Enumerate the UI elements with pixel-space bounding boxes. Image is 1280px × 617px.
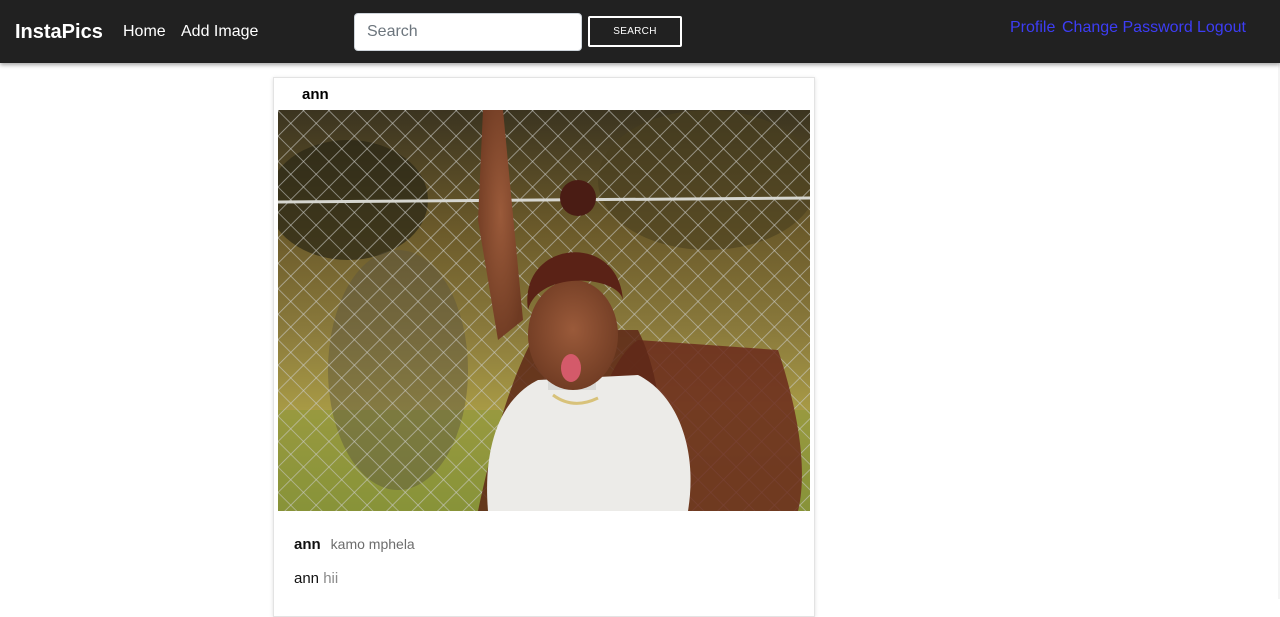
nav-home-link[interactable]: Home — [123, 21, 166, 43]
post-card: ann ann kamo mphela ann hii — [273, 77, 815, 617]
brand-logo-link[interactable]: InstaPics — [15, 19, 103, 45]
nav-add-image-link[interactable]: Add Image — [181, 21, 258, 43]
comment-text: hii — [323, 570, 339, 587]
search-input[interactable] — [354, 13, 582, 51]
comment-username[interactable]: ann — [294, 570, 319, 587]
post-photo[interactable] — [278, 110, 810, 511]
top-navbar: InstaPics Home Add Image SEARCH Profile … — [0, 0, 1280, 63]
comment-item: ann hii — [294, 569, 338, 589]
logout-link[interactable]: Logout — [1197, 17, 1246, 39]
post-caption: ann kamo mphela — [294, 534, 415, 555]
search-button[interactable]: SEARCH — [588, 16, 682, 47]
caption-text: kamo mphela — [330, 536, 415, 552]
caption-username[interactable]: ann — [294, 536, 321, 553]
profile-link[interactable]: Profile — [1010, 17, 1055, 39]
post-author-username[interactable]: ann — [302, 85, 329, 104]
change-password-link[interactable]: Change Password — [1062, 17, 1193, 39]
